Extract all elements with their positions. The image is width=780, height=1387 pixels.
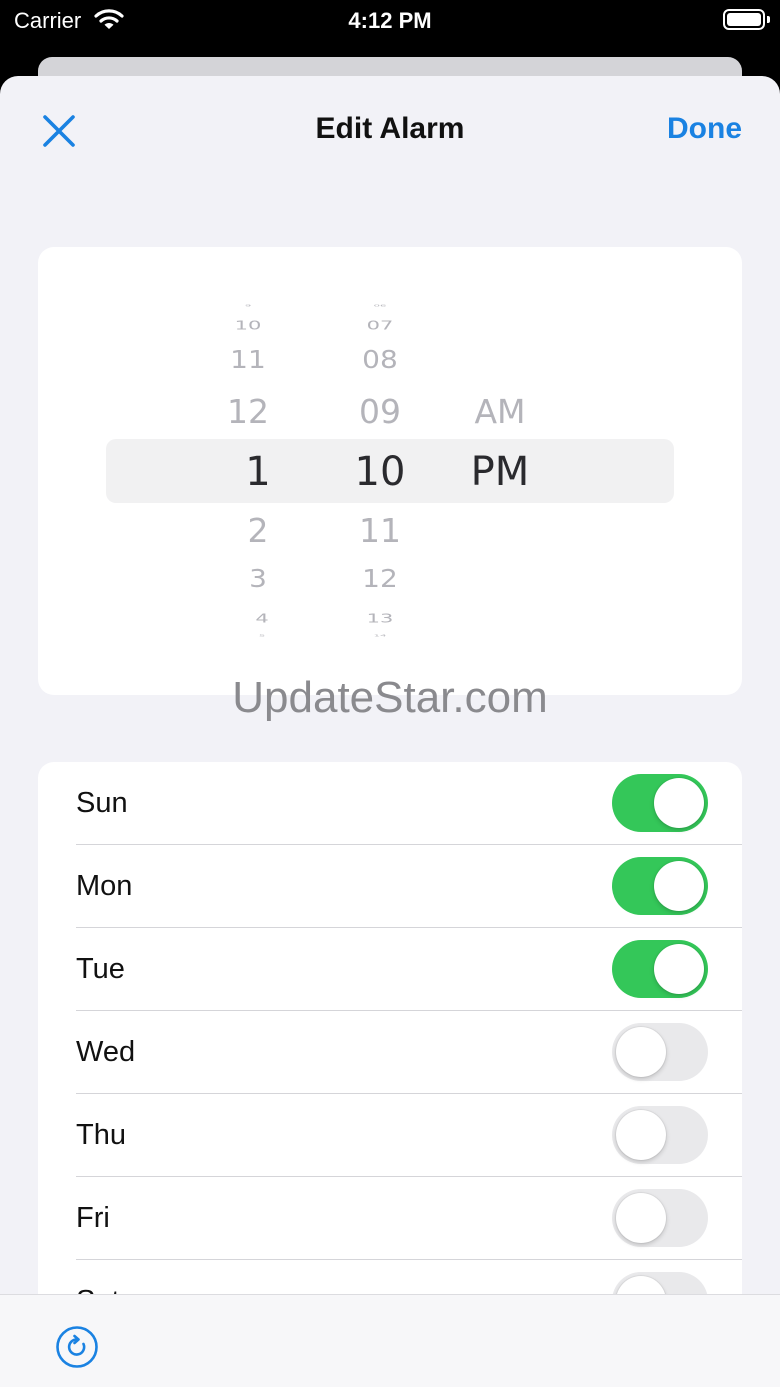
toggle-wed[interactable]: [612, 1023, 708, 1081]
picker-period-option[interactable]: AM: [450, 395, 550, 428]
picker-minute-selected[interactable]: 10: [342, 452, 418, 492]
close-icon: [43, 115, 75, 147]
picker-hour-option[interactable]: 10: [210, 319, 286, 332]
list-item: Tue: [38, 928, 742, 1011]
picker-minute-option[interactable]: 08: [342, 347, 418, 373]
picker-hour-option[interactable]: 4: [224, 612, 300, 625]
bottom-toolbar: [0, 1294, 780, 1387]
picker-minute-option[interactable]: 07: [342, 319, 418, 332]
day-label: Mon: [76, 870, 133, 902]
list-item: Mon: [38, 845, 742, 928]
toggle-knob: [654, 778, 704, 828]
time-picker[interactable]: 9 10 11 12 1 2 3 4 5 06 07 08 09 10 11 1…: [38, 247, 742, 695]
picker-minute-option[interactable]: 13: [342, 612, 418, 625]
picker-hour-option[interactable]: 12: [210, 395, 286, 428]
toggle-mon[interactable]: [612, 857, 708, 915]
close-button[interactable]: [38, 110, 80, 152]
toggle-fri[interactable]: [612, 1189, 708, 1247]
refresh-icon[interactable]: [55, 1325, 99, 1369]
picker-hour-selected[interactable]: 1: [220, 452, 296, 492]
picker-minute-option[interactable]: 12: [342, 566, 418, 592]
battery-icon: [723, 9, 765, 30]
toggle-knob: [616, 1193, 666, 1243]
day-label: Sun: [76, 787, 128, 819]
repeat-days-list: Sun Mon Tue Wed Thu Fri: [38, 762, 742, 1322]
done-button[interactable]: Done: [667, 110, 742, 148]
picker-period-selected[interactable]: PM: [450, 452, 550, 492]
toggle-knob: [654, 861, 704, 911]
picker-hour-option[interactable]: 2: [220, 514, 296, 547]
toggle-tue[interactable]: [612, 940, 708, 998]
day-label: Thu: [76, 1119, 126, 1151]
page-title: Edit Alarm: [315, 112, 465, 145]
toggle-sun[interactable]: [612, 774, 708, 832]
list-item: Wed: [38, 1011, 742, 1094]
edit-alarm-sheet: Edit Alarm Done 9 10 11 12 1 2 3 4 5 06 …: [0, 76, 780, 1387]
picker-minute-option[interactable]: 11: [342, 514, 418, 547]
day-label: Tue: [76, 953, 125, 985]
toggle-knob: [616, 1110, 666, 1160]
toggle-thu[interactable]: [612, 1106, 708, 1164]
picker-hour-option[interactable]: 9: [210, 304, 286, 308]
picker-hour-option[interactable]: 11: [210, 347, 286, 373]
list-item: Fri: [38, 1177, 742, 1260]
picker-hour-option[interactable]: 5: [224, 634, 300, 638]
picker-minute-option[interactable]: 09: [342, 395, 418, 428]
picker-hour-option[interactable]: 3: [220, 566, 296, 592]
day-label: Wed: [76, 1036, 136, 1068]
toggle-knob: [654, 944, 704, 994]
list-item: Thu: [38, 1094, 742, 1177]
picker-minute-option[interactable]: 06: [342, 304, 418, 308]
status-time: 4:12 PM: [348, 8, 432, 33]
battery-cap: [767, 16, 770, 23]
status-bar: Carrier 4:12 PM: [0, 0, 780, 56]
toggle-knob: [616, 1027, 666, 1077]
picker-minute-option[interactable]: 14: [342, 634, 418, 638]
day-label: Fri: [76, 1202, 110, 1234]
list-item: Sun: [38, 762, 742, 845]
